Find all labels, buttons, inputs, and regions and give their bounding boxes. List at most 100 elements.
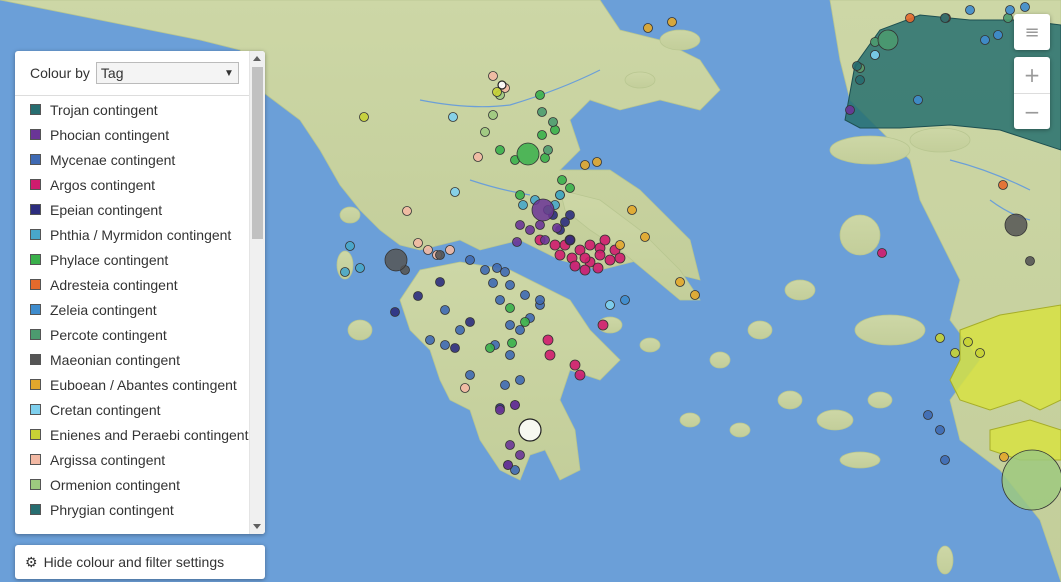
- site-marker[interactable]: [540, 235, 550, 245]
- site-marker[interactable]: [592, 157, 602, 167]
- scroll-thumb[interactable]: [252, 67, 263, 239]
- site-marker[interactable]: [913, 95, 923, 105]
- site-marker[interactable]: [495, 295, 505, 305]
- site-marker[interactable]: [495, 405, 505, 415]
- site-marker[interactable]: [605, 300, 615, 310]
- site-marker[interactable]: [604, 254, 616, 266]
- site-marker[interactable]: [950, 348, 960, 358]
- site-marker[interactable]: [435, 250, 445, 260]
- site-marker[interactable]: [413, 238, 423, 248]
- site-marker[interactable]: [423, 245, 433, 255]
- site-marker[interactable]: [497, 80, 507, 90]
- legend-item[interactable]: Argissa contingent: [15, 447, 250, 472]
- site-marker[interactable]: [518, 200, 528, 210]
- site-marker[interactable]: [505, 280, 515, 290]
- legend-item[interactable]: Argos contingent: [15, 172, 250, 197]
- site-marker[interactable]: [450, 187, 460, 197]
- site-marker[interactable]: [450, 343, 460, 353]
- site-marker[interactable]: [923, 410, 933, 420]
- site-marker[interactable]: [515, 325, 525, 335]
- site-marker[interactable]: [535, 295, 545, 305]
- site-marker[interactable]: [492, 263, 502, 273]
- legend-item[interactable]: Cretan contingent: [15, 397, 250, 422]
- site-marker[interactable]: [505, 320, 515, 330]
- site-marker[interactable]: [465, 317, 475, 327]
- site-marker[interactable]: [425, 335, 435, 345]
- site-marker[interactable]: [549, 239, 561, 251]
- site-marker[interactable]: [550, 125, 560, 135]
- site-marker[interactable]: [507, 338, 517, 348]
- site-marker[interactable]: [505, 440, 515, 450]
- legend-item[interactable]: Phthia / Myrmidon contingent: [15, 222, 250, 247]
- site-marker[interactable]: [488, 278, 498, 288]
- site-marker[interactable]: [565, 235, 575, 245]
- site-marker[interactable]: [340, 267, 350, 277]
- site-marker[interactable]: [1004, 213, 1028, 237]
- legend-item[interactable]: Phrygian contingent: [15, 497, 250, 522]
- site-marker[interactable]: [569, 260, 581, 272]
- site-marker[interactable]: [993, 30, 1003, 40]
- site-marker[interactable]: [531, 198, 555, 222]
- zoom-out-button[interactable]: −: [1014, 94, 1050, 130]
- site-marker[interactable]: [548, 117, 558, 127]
- legend-scrollbar[interactable]: [249, 51, 265, 534]
- site-marker[interactable]: [940, 455, 950, 465]
- legend-item[interactable]: Trojan contingent: [15, 97, 250, 122]
- site-marker[interactable]: [455, 325, 465, 335]
- site-marker[interactable]: [543, 145, 553, 155]
- site-marker[interactable]: [552, 223, 562, 233]
- scroll-up-icon[interactable]: [253, 56, 261, 61]
- site-marker[interactable]: [500, 380, 510, 390]
- site-marker[interactable]: [905, 13, 915, 23]
- site-marker[interactable]: [855, 75, 865, 85]
- site-marker[interactable]: [569, 359, 581, 371]
- site-marker[interactable]: [535, 90, 545, 100]
- site-marker[interactable]: [542, 334, 554, 346]
- site-marker[interactable]: [597, 319, 609, 331]
- site-marker[interactable]: [980, 35, 990, 45]
- site-marker[interactable]: [505, 350, 515, 360]
- site-marker[interactable]: [515, 375, 525, 385]
- site-marker[interactable]: [614, 252, 626, 264]
- site-marker[interactable]: [512, 237, 522, 247]
- site-marker[interactable]: [505, 303, 515, 313]
- site-marker[interactable]: [488, 110, 498, 120]
- site-marker[interactable]: [544, 349, 556, 361]
- site-marker[interactable]: [510, 400, 520, 410]
- site-marker[interactable]: [402, 206, 412, 216]
- zoom-in-button[interactable]: +: [1014, 57, 1050, 94]
- site-marker[interactable]: [877, 248, 887, 258]
- site-marker[interactable]: [643, 23, 653, 33]
- site-marker[interactable]: [1025, 256, 1035, 266]
- site-marker[interactable]: [485, 343, 495, 353]
- site-marker[interactable]: [384, 248, 408, 272]
- site-marker[interactable]: [1003, 13, 1013, 23]
- site-marker[interactable]: [852, 61, 862, 71]
- site-marker[interactable]: [594, 249, 606, 261]
- site-marker[interactable]: [535, 220, 545, 230]
- site-marker[interactable]: [579, 252, 591, 264]
- site-marker[interactable]: [465, 255, 475, 265]
- site-marker[interactable]: [565, 183, 575, 193]
- site-marker[interactable]: [667, 17, 677, 27]
- site-marker[interactable]: [579, 264, 591, 276]
- legend-item[interactable]: Maeonian contingent: [15, 347, 250, 372]
- site-marker[interactable]: [675, 277, 685, 287]
- site-marker[interactable]: [460, 383, 470, 393]
- site-marker[interactable]: [555, 190, 565, 200]
- site-marker[interactable]: [963, 337, 973, 347]
- site-marker[interactable]: [537, 107, 547, 117]
- legend-item[interactable]: Phocian contingent: [15, 122, 250, 147]
- legend-item[interactable]: Zeleia contingent: [15, 297, 250, 322]
- site-marker[interactable]: [1005, 5, 1015, 15]
- hide-settings-button[interactable]: ⚙ Hide colour and filter settings: [15, 545, 265, 579]
- site-marker[interactable]: [390, 307, 400, 317]
- site-marker[interactable]: [592, 262, 604, 274]
- site-marker[interactable]: [940, 13, 950, 23]
- site-marker[interactable]: [640, 232, 650, 242]
- site-marker[interactable]: [690, 290, 700, 300]
- site-marker[interactable]: [495, 145, 505, 155]
- site-marker[interactable]: [560, 217, 570, 227]
- site-marker[interactable]: [584, 239, 596, 251]
- site-marker[interactable]: [515, 450, 525, 460]
